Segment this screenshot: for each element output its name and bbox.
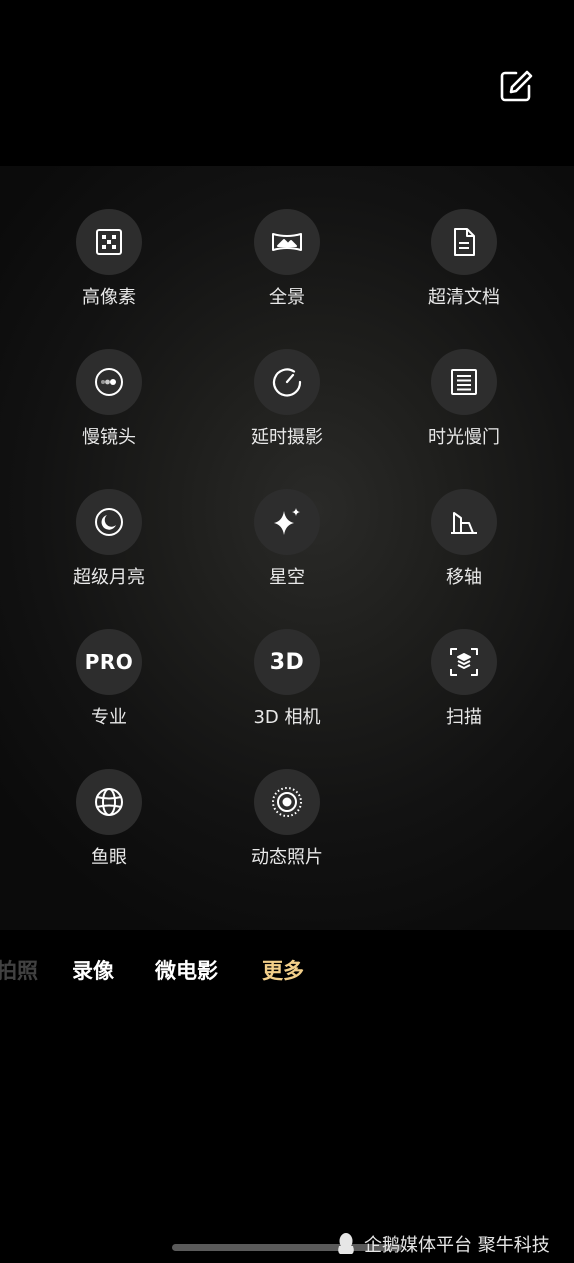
mode-pro[interactable]: PRO 专业: [34, 629, 184, 749]
mode-scan[interactable]: 扫描: [389, 629, 539, 749]
watermark: 企鹅媒体平台 聚牛科技: [336, 1230, 550, 1258]
tab-photo[interactable]: 拍照: [0, 955, 38, 985]
watermark-text: 企鹅媒体平台 聚牛科技: [364, 1235, 550, 1256]
mode-high-pixel[interactable]: 高像素: [34, 209, 184, 329]
mode-icon-container: [254, 489, 320, 555]
document-icon: [454, 228, 475, 256]
mode-document[interactable]: 超清文档: [389, 209, 539, 329]
mode-fisheye[interactable]: 鱼眼: [34, 769, 184, 889]
slow-motion-icon: [95, 368, 123, 396]
high-pixel-icon: [96, 229, 122, 255]
mode-icon-container: [76, 209, 142, 275]
tab-micro-film[interactable]: 微电影: [155, 955, 218, 985]
mode-icon-container: [431, 349, 497, 415]
mode-label: 星空: [269, 567, 305, 588]
mode-label: 动态照片: [251, 847, 323, 868]
mode-panorama[interactable]: 全景: [212, 209, 362, 329]
edit-icon: [500, 70, 533, 102]
moon-icon: [95, 508, 123, 536]
3d-icon-text: 3D: [269, 649, 305, 675]
tilt-shift-icon: [451, 512, 477, 534]
tab-video[interactable]: 录像: [72, 955, 114, 985]
more-modes-panel: 高像素 全景 超清文档 慢镜头 延时摄影 时光慢门 超级月亮 星空 移轴 PRO…: [0, 166, 574, 930]
mode-label: 3D 相机: [253, 707, 321, 728]
mode-label: 超级月亮: [73, 567, 145, 588]
mode-icon-container: [254, 769, 320, 835]
mode-label: 高像素: [82, 287, 136, 308]
mode-label: 慢镜头: [82, 427, 136, 448]
mode-label: 移轴: [446, 567, 482, 588]
3d-icon: 3D: [254, 629, 320, 695]
mode-icon-container: [76, 489, 142, 555]
mode-label: 鱼眼: [91, 847, 127, 868]
mode-long-exposure[interactable]: 时光慢门: [389, 349, 539, 469]
mode-label: 全景: [269, 287, 305, 308]
scan-icon: [450, 648, 478, 676]
mode-3d-camera[interactable]: 3D 3D 相机: [212, 629, 362, 749]
timelapse-icon: [272, 368, 302, 397]
mode-icon-container: [431, 489, 497, 555]
mode-super-moon[interactable]: 超级月亮: [34, 489, 184, 609]
mode-icon-container: [431, 209, 497, 275]
mode-live-photo[interactable]: 动态照片: [212, 769, 362, 889]
mode-icon-container: [76, 769, 142, 835]
pro-icon: PRO: [76, 629, 142, 695]
pro-icon-text: PRO: [84, 650, 134, 674]
mode-label: 扫描: [446, 707, 482, 728]
edit-button[interactable]: [496, 66, 536, 106]
live-photo-icon: [272, 787, 302, 817]
camera-mode-tabs: 拍照 录像 微电影 更多: [0, 955, 574, 999]
mode-label: 延时摄影: [251, 427, 323, 448]
mode-label: 时光慢门: [428, 427, 500, 448]
mode-icon-container: [431, 629, 497, 695]
mode-timelapse[interactable]: 延时摄影: [212, 349, 362, 469]
sparkle-icon: [274, 508, 300, 535]
mode-icon-container: [254, 209, 320, 275]
penguin-icon: [338, 1233, 354, 1254]
mode-slow-motion[interactable]: 慢镜头: [34, 349, 184, 469]
fisheye-icon: [95, 788, 123, 816]
mode-icon-container: [76, 349, 142, 415]
long-exposure-icon: [451, 369, 477, 395]
mode-label: 专业: [91, 707, 127, 728]
panorama-icon: [272, 233, 302, 251]
mode-tilt-shift[interactable]: 移轴: [389, 489, 539, 609]
mode-starry-sky[interactable]: 星空: [212, 489, 362, 609]
tab-more[interactable]: 更多: [262, 955, 304, 985]
mode-icon-container: [254, 349, 320, 415]
mode-label: 超清文档: [428, 287, 500, 308]
